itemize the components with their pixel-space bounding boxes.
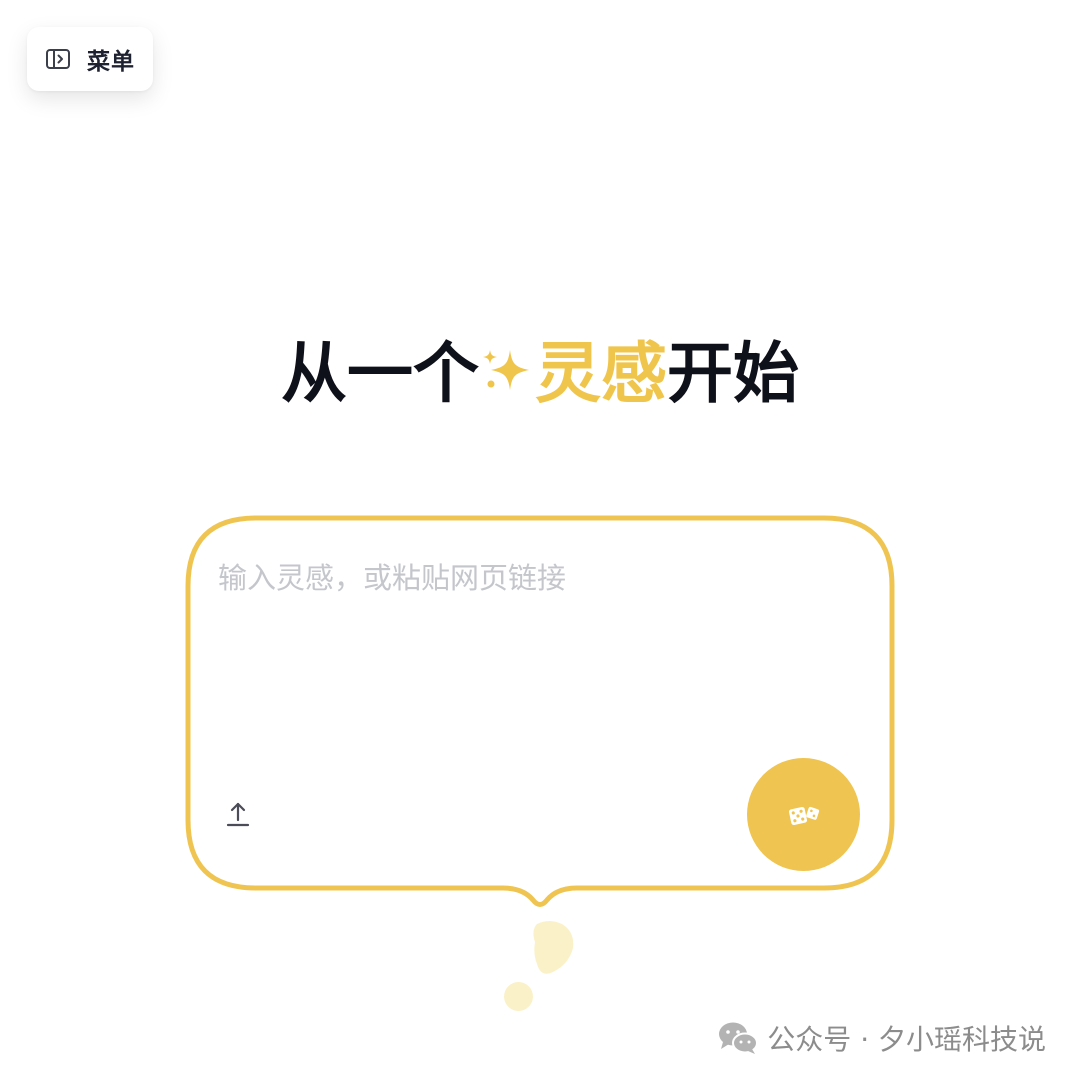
thought-dot-small: [504, 982, 533, 1011]
watermark: 公众号 · 夕小瑶科技说: [717, 1014, 1046, 1062]
title-text-before: 从一个: [281, 335, 479, 412]
wechat-icon: [717, 1020, 759, 1056]
prompt-input[interactable]: [218, 552, 858, 732]
menu-button[interactable]: 菜单: [27, 27, 153, 91]
menu-label: 菜单: [87, 49, 135, 75]
sidebar-toggle-icon: [45, 47, 71, 71]
watermark-text: 公众号 · 夕小瑶科技说: [767, 1023, 1046, 1056]
sparkle-icon: [479, 336, 535, 396]
title-accent: 灵感: [535, 335, 667, 412]
upload-icon: [226, 802, 250, 827]
upload-button[interactable]: [222, 799, 254, 831]
title-text-after: 开始: [667, 335, 799, 412]
dice-icon: [788, 806, 819, 825]
page-title: 从一个 灵感开始: [0, 332, 1080, 416]
thought-dot-large: [533, 921, 574, 974]
random-inspiration-button[interactable]: [747, 758, 860, 871]
